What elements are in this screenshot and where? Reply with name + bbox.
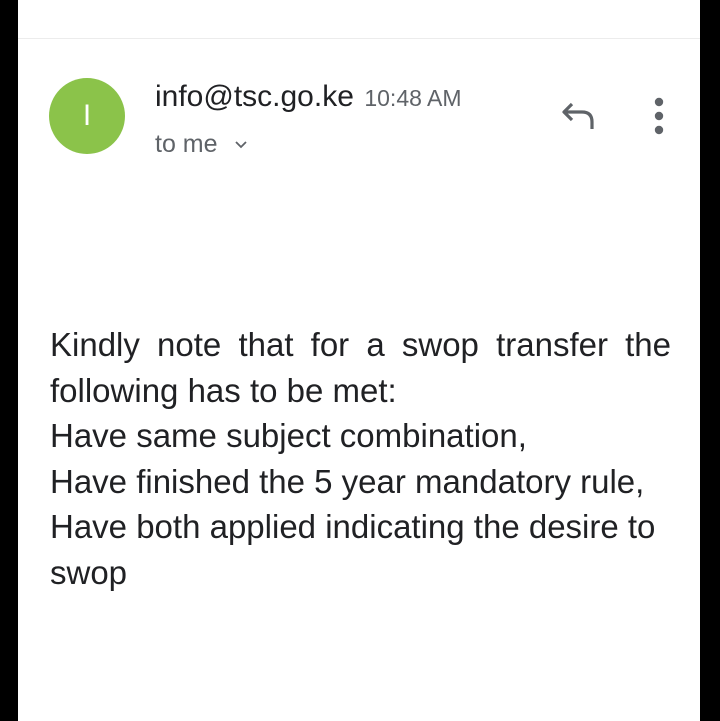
message-line: Kindly note that for a swop transfer the… — [50, 326, 671, 409]
more-vert-icon[interactable] — [642, 94, 676, 138]
message-line: Have both applied indicating the desire … — [50, 508, 656, 591]
top-divider — [18, 38, 700, 39]
sender-row: info@tsc.go.ke 10:48 AM — [155, 80, 462, 114]
message-line: Have same subject combination, — [50, 417, 527, 454]
email-view: I info@tsc.go.ke 10:48 AM to me Kindly n… — [18, 0, 700, 721]
sender-avatar[interactable]: I — [49, 78, 125, 154]
chevron-down-icon — [235, 141, 248, 149]
recipient-label: to me — [155, 130, 218, 158]
sent-time: 10:48 AM — [364, 85, 462, 111]
message-body: Kindly note that for a swop transfer the… — [50, 322, 671, 595]
sender-address[interactable]: info@tsc.go.ke — [155, 80, 354, 113]
message-line: Have finished the 5 year mandatory rule, — [50, 462, 645, 500]
reply-icon[interactable] — [558, 98, 600, 134]
recipient-details-toggle[interactable]: to me — [155, 130, 248, 159]
